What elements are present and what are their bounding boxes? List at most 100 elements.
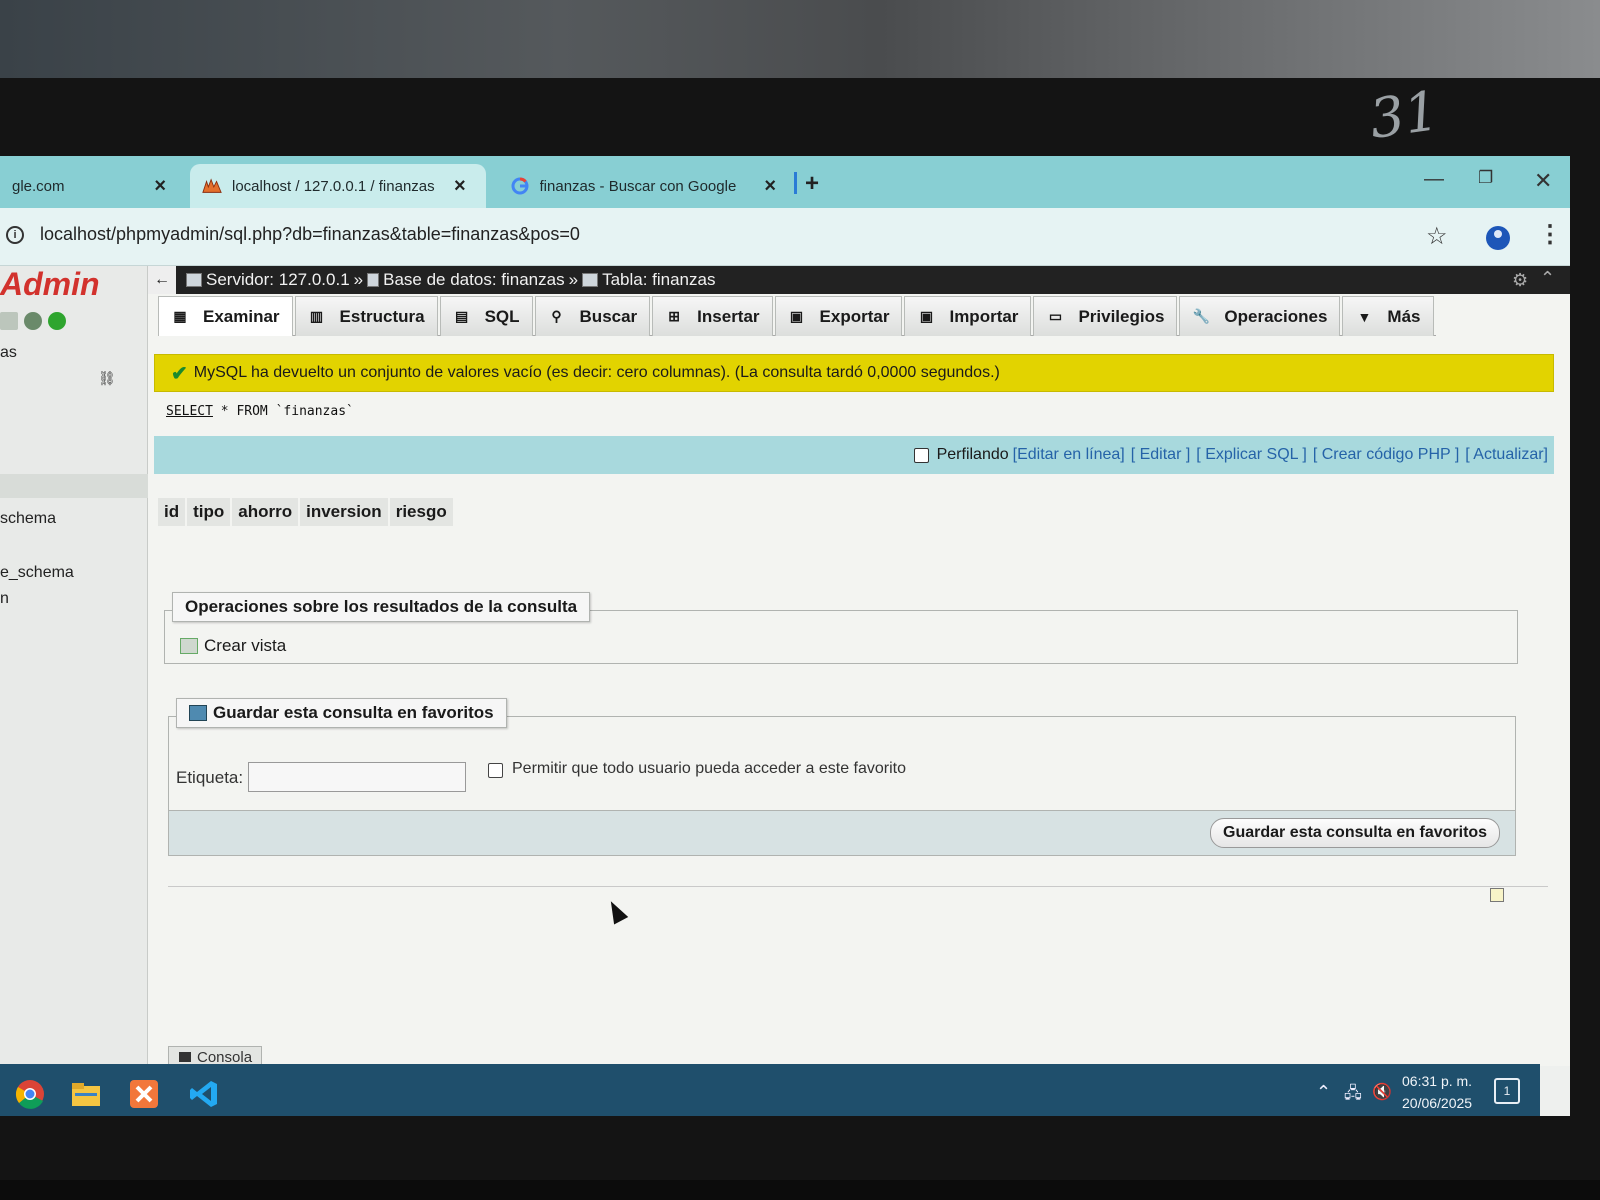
breadcrumb-database-label: Base de datos: finanzas — [383, 270, 565, 289]
network-icon[interactable]: 🖧 — [1344, 1082, 1362, 1109]
column-header[interactable]: riesgo — [389, 498, 453, 526]
sql-keyword[interactable]: SELECT — [166, 404, 213, 419]
home-icon[interactable] — [0, 312, 18, 330]
column-header[interactable]: inversion — [300, 498, 388, 526]
tab-importar[interactable]: ▣ Importar — [904, 296, 1032, 336]
bookmark-label-input[interactable] — [248, 762, 466, 792]
bookmark-star-icon[interactable]: ☆ — [1426, 222, 1448, 251]
reload-icon[interactable] — [48, 312, 66, 330]
tab-insertar[interactable]: ⊞ Insertar — [652, 296, 773, 336]
column-header[interactable]: ahorro — [232, 498, 299, 526]
profile-icon[interactable] — [1486, 226, 1510, 250]
success-notice: ✔ MySQL ha devuelto un conjunto de valor… — [154, 354, 1554, 392]
phpmyadmin-logo[interactable]: Admin — [0, 266, 100, 303]
xampp-icon[interactable] — [124, 1074, 164, 1114]
tab-divider — [794, 172, 797, 194]
chevron-up-icon[interactable]: ⌃ — [1316, 1082, 1331, 1103]
create-view-link[interactable]: Crear vista — [180, 636, 286, 656]
bookmark-legend-label: Guardar esta consulta en favoritos — [213, 703, 494, 722]
sidebar-item[interactable]: as — [0, 344, 17, 362]
link-icon[interactable]: ⛓ — [98, 370, 116, 387]
privileges-icon: ▭ — [1048, 308, 1063, 324]
file-explorer-icon[interactable] — [66, 1074, 106, 1114]
system-clock[interactable]: 06:31 p. m. 20/06/2025 — [1402, 1070, 1472, 1114]
bezel-handwritten-mark: 31 — [1365, 78, 1443, 151]
close-icon[interactable]: × — [154, 175, 166, 198]
clock-date: 20/06/2025 — [1402, 1095, 1473, 1111]
explain-sql-link[interactable]: [ Explicar SQL ] — [1196, 446, 1307, 464]
edit-inline-link[interactable]: [Editar en línea] — [1013, 446, 1125, 464]
browser-tab-phpmyadmin[interactable]: localhost / 127.0.0.1 / finanzas × — [190, 164, 486, 208]
gear-icon[interactable]: ⚙ — [1512, 270, 1528, 291]
edit-link[interactable]: [ Editar ] — [1131, 446, 1191, 464]
column-header[interactable]: tipo — [187, 498, 231, 526]
database-icon — [367, 273, 380, 287]
sidebar-item[interactable]: n — [0, 590, 9, 608]
breadcrumb: ← Servidor: 127.0.0.1 » Base de datos: f… — [148, 266, 1570, 294]
phpmyadmin-favicon — [202, 176, 222, 196]
settings-icon[interactable] — [24, 312, 42, 330]
google-icon — [510, 176, 530, 196]
restore-icon[interactable]: ❐ — [1478, 168, 1493, 188]
os-taskbar: ⌃ 🖧 🔇 06:31 p. m. 20/06/2025 1 — [0, 1064, 1540, 1116]
breadcrumb-server[interactable]: Servidor: 127.0.0.1 — [186, 270, 350, 290]
profiling-checkbox[interactable] — [913, 447, 929, 463]
refresh-link[interactable]: [ Actualizar] — [1465, 446, 1548, 464]
create-php-link[interactable]: [ Crear código PHP ] — [1313, 446, 1459, 464]
collapse-navigation-button[interactable]: ← — [148, 266, 176, 294]
notification-icon[interactable]: 1 — [1494, 1078, 1520, 1104]
shared-bookmark-checkbox[interactable] — [488, 763, 503, 778]
tab-sql[interactable]: ▤ SQL — [439, 296, 533, 336]
info-icon[interactable]: i — [6, 226, 24, 244]
tab-title: gle.com — [12, 177, 65, 195]
import-icon: ▣ — [919, 308, 934, 324]
tab-mas[interactable]: ▼ Más — [1342, 296, 1434, 336]
tab-operaciones[interactable]: 🔧 Operaciones — [1179, 296, 1341, 336]
sql-query: SELECT * FROM `finanzas` — [166, 404, 354, 419]
sidebar-item-schema[interactable]: schema — [0, 510, 56, 528]
browser-tab-google-search[interactable]: finanzas - Buscar con Google × — [498, 164, 788, 208]
new-tab-button[interactable]: + — [805, 170, 819, 198]
tab-examinar[interactable]: ▦ Examinar — [158, 296, 293, 336]
breadcrumb-database[interactable]: Base de datos: finanzas — [367, 270, 565, 290]
tab-privilegios[interactable]: ▭ Privilegios — [1033, 296, 1178, 336]
tab-label: Operaciones — [1224, 306, 1328, 326]
browser-tab-google[interactable]: gle.com × — [0, 164, 178, 208]
results-columns: id tipo ahorro inversion riesgo — [158, 498, 455, 526]
minimize-icon[interactable]: — — [1424, 168, 1444, 191]
browse-icon: ▦ — [173, 308, 187, 324]
tab-label: Estructura — [339, 306, 425, 326]
close-icon[interactable]: × — [764, 175, 776, 198]
collapse-icon[interactable]: ⌃ — [1540, 268, 1555, 289]
close-window-icon[interactable]: ✕ — [1534, 168, 1552, 194]
create-view-label: Crear vista — [204, 636, 287, 655]
chrome-icon[interactable] — [10, 1074, 50, 1114]
tab-estructura[interactable]: ▥ Estructura — [294, 296, 438, 336]
url-field[interactable]: localhost/phpmyadmin/sql.php?db=finanzas… — [40, 224, 580, 245]
breadcrumb-server-label: Servidor: 127.0.0.1 — [206, 270, 350, 289]
vscode-icon[interactable] — [184, 1074, 224, 1114]
volume-muted-icon[interactable]: 🔇 — [1372, 1082, 1392, 1102]
main-panel: ← Servidor: 127.0.0.1 » Base de datos: f… — [148, 266, 1570, 1066]
console-label: Consola — [197, 1048, 253, 1066]
menu-kebab-icon[interactable]: ⋮ — [1538, 220, 1562, 249]
export-icon: ▣ — [789, 308, 804, 324]
tab-buscar[interactable]: ⚲ Buscar — [534, 296, 651, 336]
page-bookmark-icon[interactable] — [1490, 888, 1504, 902]
address-bar: i localhost/phpmyadmin/sql.php?db=finanz… — [0, 208, 1570, 266]
close-icon[interactable]: × — [454, 175, 466, 198]
console-icon — [179, 1052, 191, 1062]
sql-icon: ▤ — [454, 308, 469, 324]
divider — [168, 886, 1548, 887]
breadcrumb-table[interactable]: Tabla: finanzas — [582, 270, 715, 290]
column-header[interactable]: id — [158, 498, 186, 526]
server-icon — [186, 273, 202, 287]
search-icon: ⚲ — [551, 308, 562, 324]
sidebar-item-e-schema[interactable]: e_schema — [0, 564, 74, 582]
bookmark-legend: Guardar esta consulta en favoritos — [176, 698, 507, 728]
tab-exportar[interactable]: ▣ Exportar — [774, 296, 903, 336]
save-bookmark-button[interactable]: Guardar esta consulta en favoritos — [1210, 818, 1501, 848]
sql-rest: * FROM `finanzas` — [220, 404, 354, 419]
sql-actions-bar: Perfilando [Editar en línea] [ Editar ] … — [154, 436, 1554, 474]
profiling-label: Perfilando — [936, 446, 1009, 463]
